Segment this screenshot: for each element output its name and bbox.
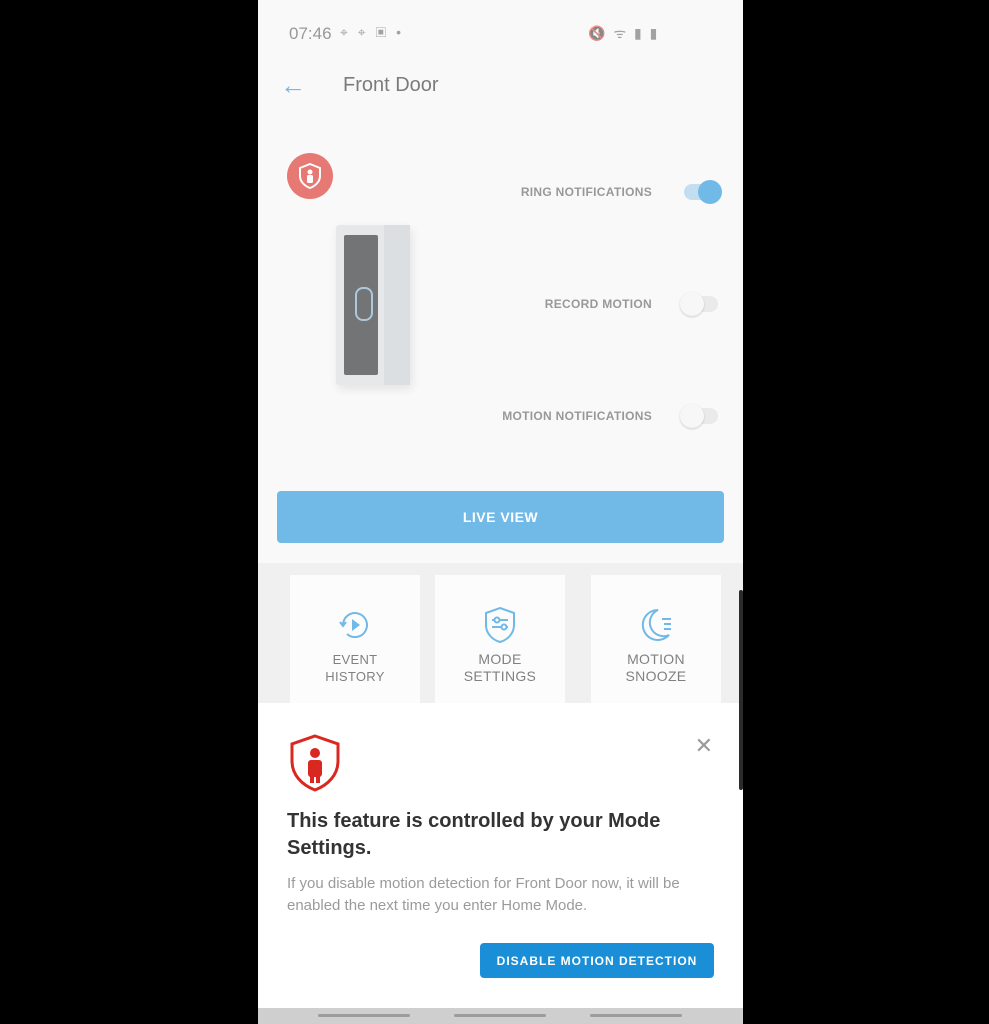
sheet-body: If you disable motion detection for Fron…: [287, 875, 680, 914]
scrollbar[interactable]: [739, 590, 743, 790]
shield-person-icon: [290, 734, 340, 792]
close-icon[interactable]: ✕: [695, 733, 713, 759]
nav-recents[interactable]: [318, 1014, 410, 1017]
nav-home[interactable]: [454, 1014, 546, 1017]
system-nav-bar: [258, 1008, 743, 1024]
disable-motion-detection-button[interactable]: DISABLE MOTION DETECTION: [480, 943, 714, 978]
phone-screen: 07:46 ⌖ ⌖ ▣ • 🔇 ᯤ ▮ ▮ ← Front Door RING …: [258, 0, 743, 1024]
sheet-title: This feature is controlled by your Mode …: [287, 810, 661, 859]
bottom-sheet: ✕ This feature is controlled by your Mod…: [258, 703, 743, 1008]
nav-back[interactable]: [590, 1014, 682, 1017]
